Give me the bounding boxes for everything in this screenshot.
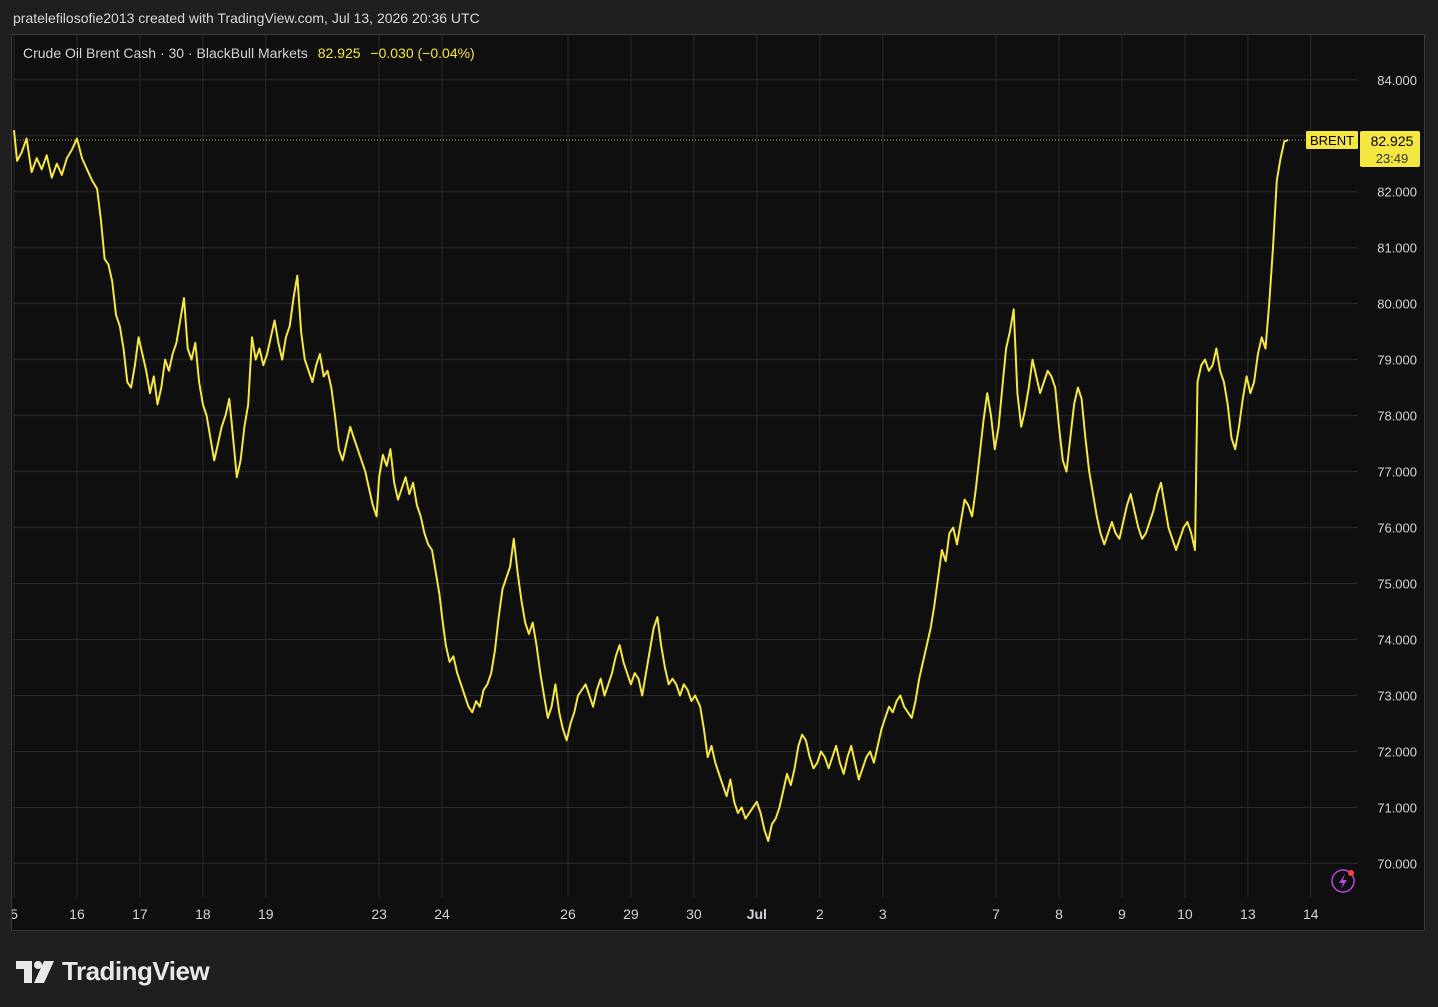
price-tag-value: 82.925 [1371,133,1414,149]
y-axis-tick-label: 77.000 [1377,465,1417,480]
x-axis-tick-label: 19 [258,906,274,922]
symbol-tag-label: BRENT [1310,133,1354,148]
y-axis-tick-label: 78.000 [1377,409,1417,424]
legend-change: −0.030 (−0.04%) [370,45,475,61]
y-axis-tick-label: 81.000 [1377,241,1417,256]
y-axis-tick-label: 82.000 [1377,185,1417,200]
y-axis-tick-label: 71.000 [1377,800,1417,815]
y-axis-tick-label: 84.000 [1377,73,1417,88]
x-axis-tick-label: 9 [1118,906,1126,922]
x-axis-tick-label: 13 [1240,906,1256,922]
y-axis-tick-label: 74.000 [1377,633,1417,648]
brand-name: TradingView [62,956,210,986]
legend-symbol: Crude Oil Brent Cash [23,45,157,61]
attribution-text: pratelefilosofie2013 created with Tradin… [13,10,480,26]
x-axis-tick-label: 5 [12,906,18,922]
y-axis-tick-label: 80.000 [1377,297,1417,312]
x-axis-tick-label: 26 [560,906,576,922]
x-axis-tick-label: 18 [195,906,211,922]
legend-separator: · [159,45,165,61]
lightning-bolt-icon [1339,874,1347,889]
y-axis-tick-label: 79.000 [1377,353,1417,368]
price-chart[interactable]: 70.000 71.000 72.000 73.000 74.000 75.000 76.0… [12,35,1424,930]
x-axis-tick-label: 16 [69,906,85,922]
x-axis-tick-label: Jul [747,906,767,922]
legend-broker: BlackBull Markets [196,45,308,61]
x-axis-tick-label: 30 [686,906,702,922]
x-axis-tick-label: 2 [816,906,824,922]
x-axis-tick-label: 23 [371,906,387,922]
y-axis-tick-label: 76.000 [1377,521,1417,536]
y-axis-tick-label: 70.000 [1377,856,1417,871]
x-axis-tick-label: 14 [1303,906,1319,922]
y-axis-tick-label: 75.000 [1377,577,1417,592]
x-axis-tick-label: 8 [1055,906,1063,922]
chart-area[interactable]: 70.000 71.000 72.000 73.000 74.000 75.000 76.0… [11,34,1425,931]
x-axis-tick-label: 29 [623,906,639,922]
price-tag-countdown: 23:49 [1376,151,1409,166]
x-axis-tick-label: 17 [132,906,148,922]
tradingview-logo-icon [16,960,54,983]
legend-last-value: 82.925 [317,45,361,61]
x-axis-tick-label: 7 [992,906,1000,922]
y-axis-tick-label: 72.000 [1377,744,1417,759]
legend-interval: 30 [168,45,185,61]
x-axis-tick-label: 3 [879,906,887,922]
legend-separator: · [187,45,193,61]
x-axis-tick-label: 24 [434,906,450,922]
y-axis-tick-label: 73.000 [1377,688,1417,703]
price-series-line [13,130,1289,842]
tradingview-logo[interactable]: TradingView [16,956,210,987]
symbol-legend[interactable]: Crude Oil Brent Cash · 30 · BlackBull Ma… [23,45,475,61]
x-axis-tick-label: 10 [1177,906,1193,922]
notification-dot-icon [1348,870,1354,876]
